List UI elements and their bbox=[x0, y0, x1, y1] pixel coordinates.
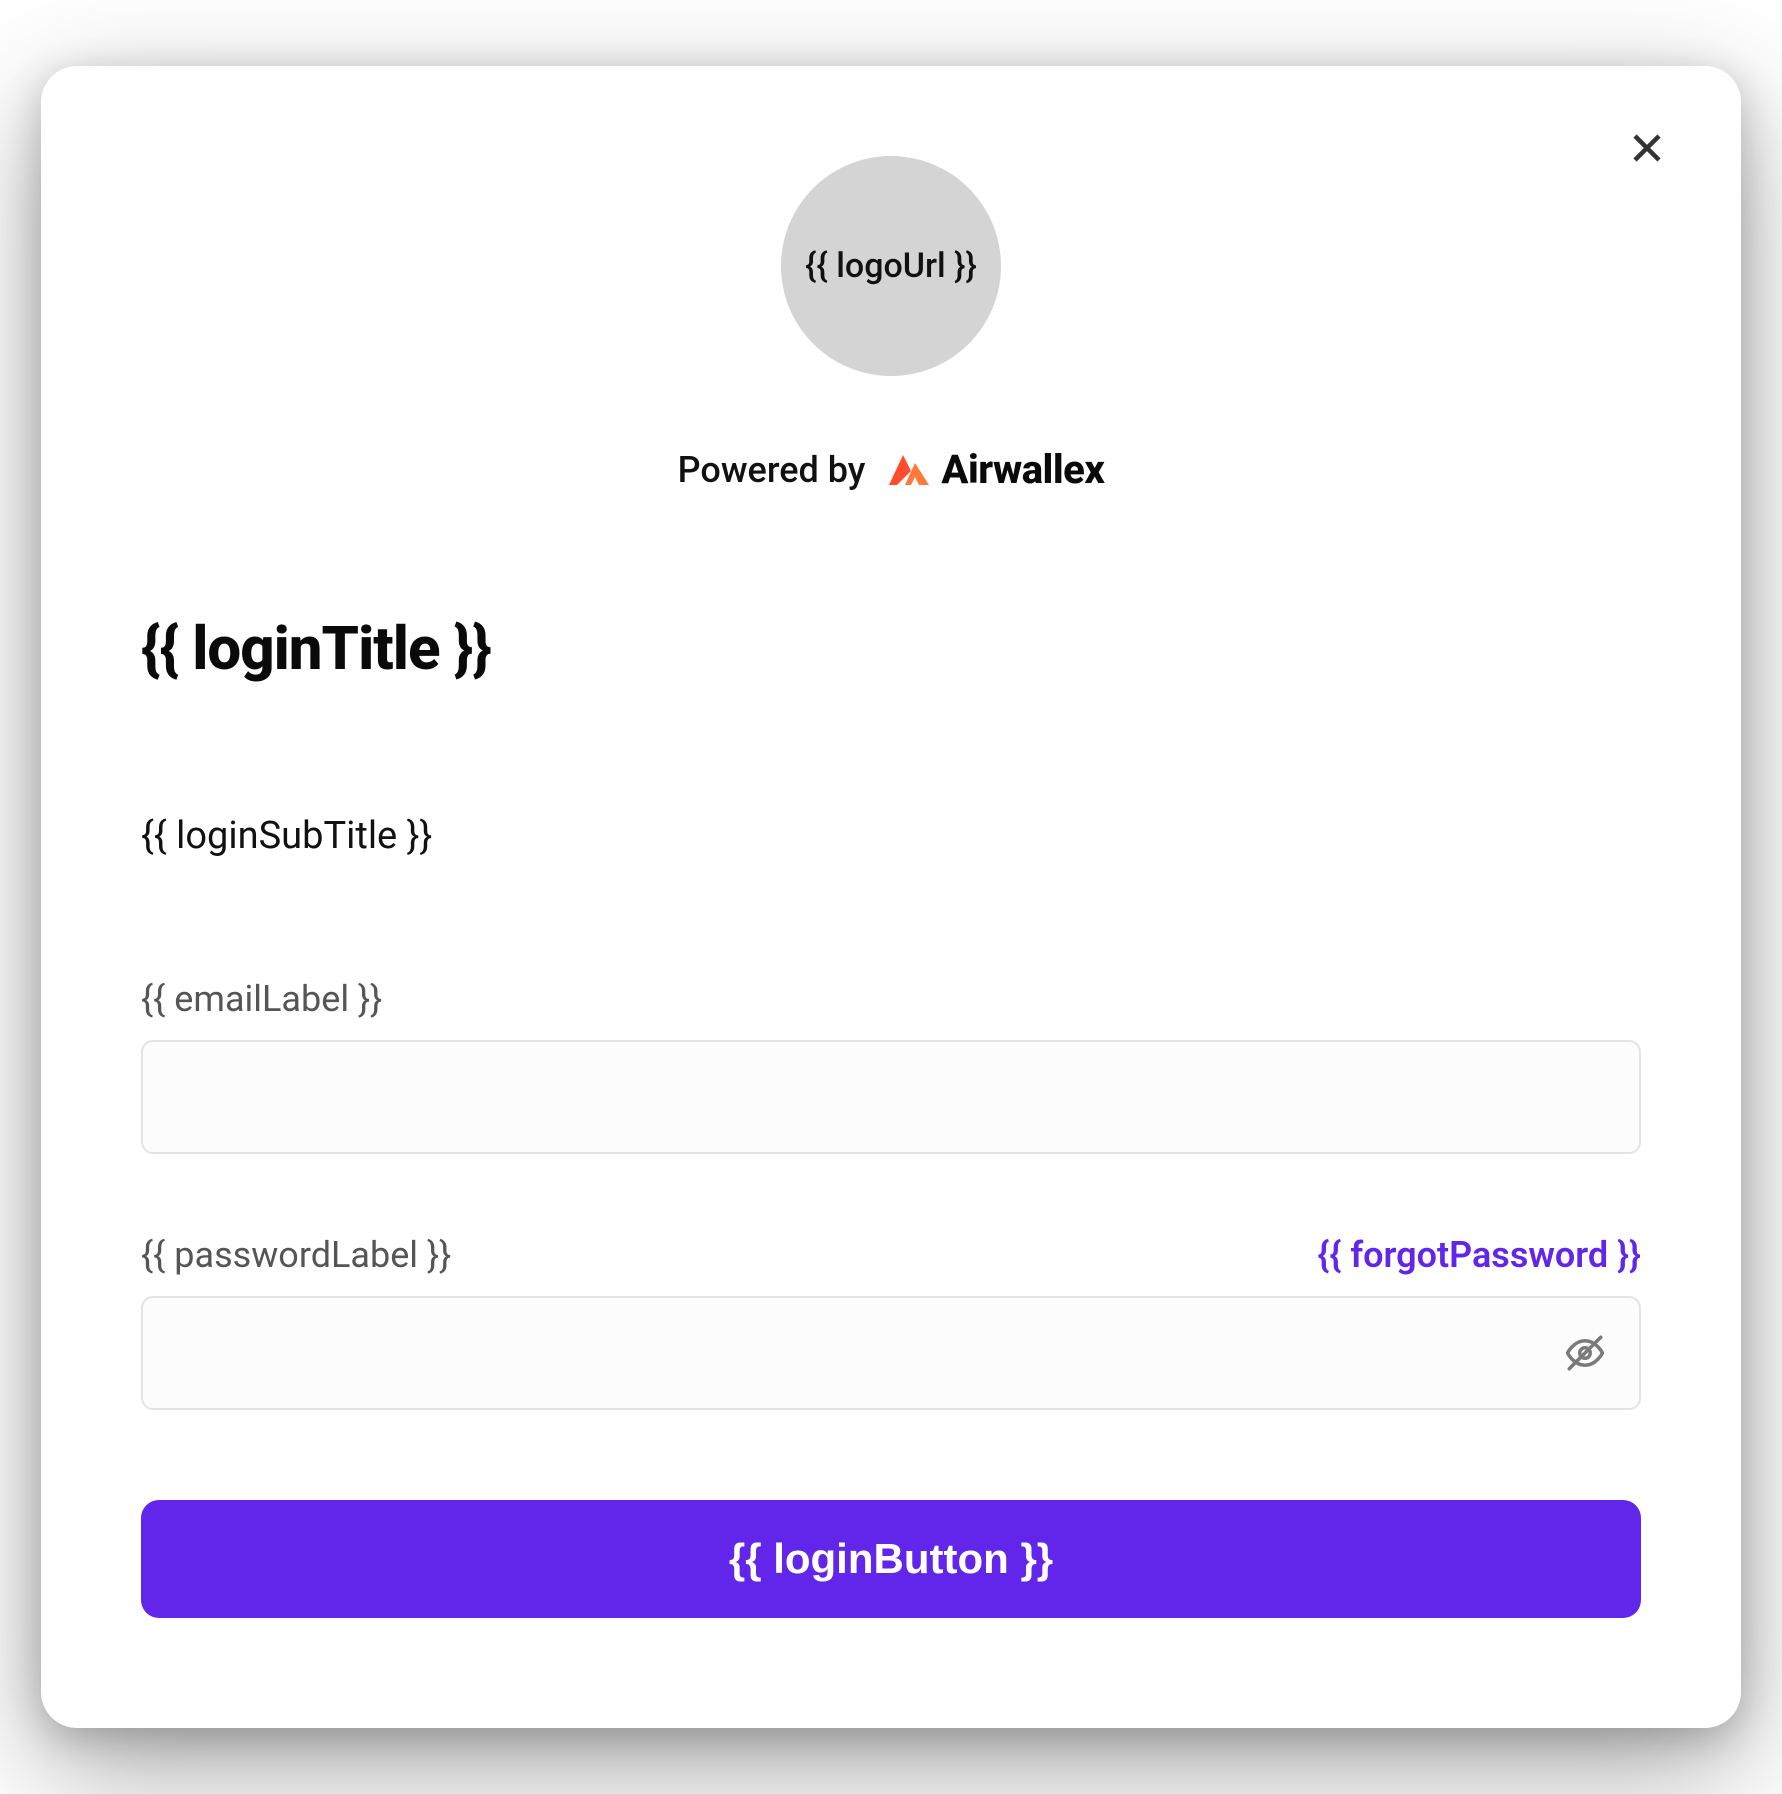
powered-by-label: Powered by bbox=[678, 449, 866, 491]
password-input[interactable] bbox=[141, 1296, 1641, 1410]
airwallex-wordmark: Airwallex bbox=[941, 446, 1104, 493]
password-field-group: {{ passwordLabel }} {{ forgotPassword }} bbox=[141, 1234, 1641, 1410]
email-input[interactable] bbox=[141, 1040, 1641, 1154]
email-field-group: {{ emailLabel }} bbox=[141, 978, 1641, 1154]
password-label: {{ passwordLabel }} bbox=[141, 1234, 451, 1276]
logo-placeholder-text: {{ logoUrl }} bbox=[805, 246, 977, 286]
toggle-password-visibility-button[interactable] bbox=[1561, 1329, 1609, 1377]
login-subtitle: {{ loginSubTitle }} bbox=[141, 814, 1641, 858]
powered-by-row: Powered by Airwallex bbox=[678, 446, 1105, 493]
login-modal: {{ logoUrl }} Powered by Airwallex {{ lo… bbox=[41, 66, 1741, 1728]
email-label: {{ emailLabel }} bbox=[141, 978, 382, 1020]
airwallex-mark-icon bbox=[887, 451, 931, 489]
login-button[interactable]: {{ loginButton }} bbox=[141, 1500, 1641, 1618]
logo-section: {{ logoUrl }} Powered by Airwallex bbox=[141, 156, 1641, 493]
eye-off-icon bbox=[1564, 1332, 1606, 1374]
close-button[interactable] bbox=[1623, 124, 1671, 172]
forgot-password-link[interactable]: {{ forgotPassword }} bbox=[1318, 1234, 1641, 1276]
login-title: {{ loginTitle }} bbox=[141, 613, 1641, 684]
close-icon bbox=[1629, 130, 1665, 166]
logo-placeholder: {{ logoUrl }} bbox=[781, 156, 1001, 376]
airwallex-logo: Airwallex bbox=[887, 446, 1104, 493]
